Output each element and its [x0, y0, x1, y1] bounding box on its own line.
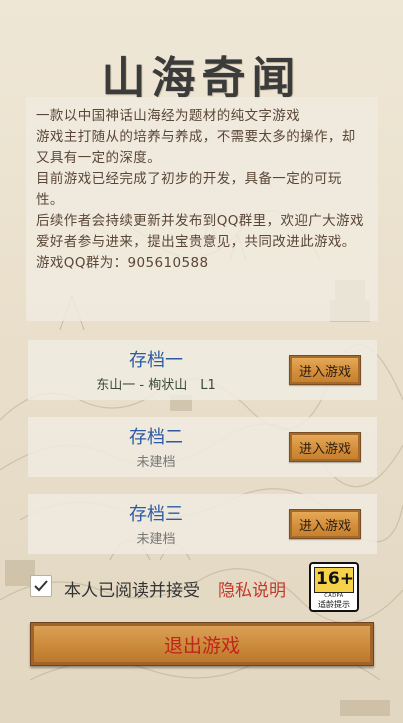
age-rating-number-box: 16+ [314, 567, 354, 593]
save-slot-name: 存档二 [129, 427, 183, 448]
save-slot-status: 未建档 [136, 532, 176, 547]
agreement-checkbox[interactable] [30, 575, 52, 597]
save-slot-name: 存档三 [129, 504, 183, 525]
age-rating-label: 适龄提示 [318, 600, 350, 609]
enter-game-button[interactable]: 进入游戏 [289, 355, 361, 385]
save-slot-status: 东山一 - 栒状山 L1 [96, 378, 216, 393]
agreement-text: 本人已阅读并接受 [64, 581, 200, 601]
intro-line: 后续作者会持续更新并发布到QQ群里，欢迎广大游戏爱好者参与进来，提出宝贵意见，共… [36, 213, 364, 250]
enter-game-button[interactable]: 进入游戏 [289, 432, 361, 462]
age-rating-badge[interactable]: 16+ CADPA 适龄提示 [309, 562, 359, 612]
intro-panel: 一款以中国神话山海经为题材的纯文字游戏 游戏主打随从的培养与养成，不需要太多的操… [26, 97, 378, 321]
checkmark-icon [34, 580, 48, 592]
exit-game-button[interactable]: 退出游戏 [30, 622, 374, 666]
save-slot-1: 存档一 东山一 - 栒状山 L1 进入游戏 [28, 340, 377, 400]
save-slot-name: 存档一 [129, 350, 183, 371]
intro-qq-group: 游戏QQ群为：905610588 [36, 255, 209, 271]
privacy-policy-link[interactable]: 隐私说明 [218, 576, 286, 601]
save-slot-2: 存档二 未建档 进入游戏 [28, 417, 377, 477]
intro-line: 目前游戏已经完成了初步的开发，具备一定的可玩性。 [36, 171, 342, 208]
save-slot-status: 未建档 [136, 455, 176, 470]
intro-line: 一款以中国神话山海经为题材的纯文字游戏 [36, 108, 301, 124]
save-slot-3: 存档三 未建档 进入游戏 [28, 494, 377, 554]
intro-line: 游戏主打随从的培养与养成，不需要太多的操作，却又具有一定的深度。 [36, 129, 356, 166]
age-rating-number: 16+ [316, 569, 354, 589]
enter-game-button[interactable]: 进入游戏 [289, 509, 361, 539]
